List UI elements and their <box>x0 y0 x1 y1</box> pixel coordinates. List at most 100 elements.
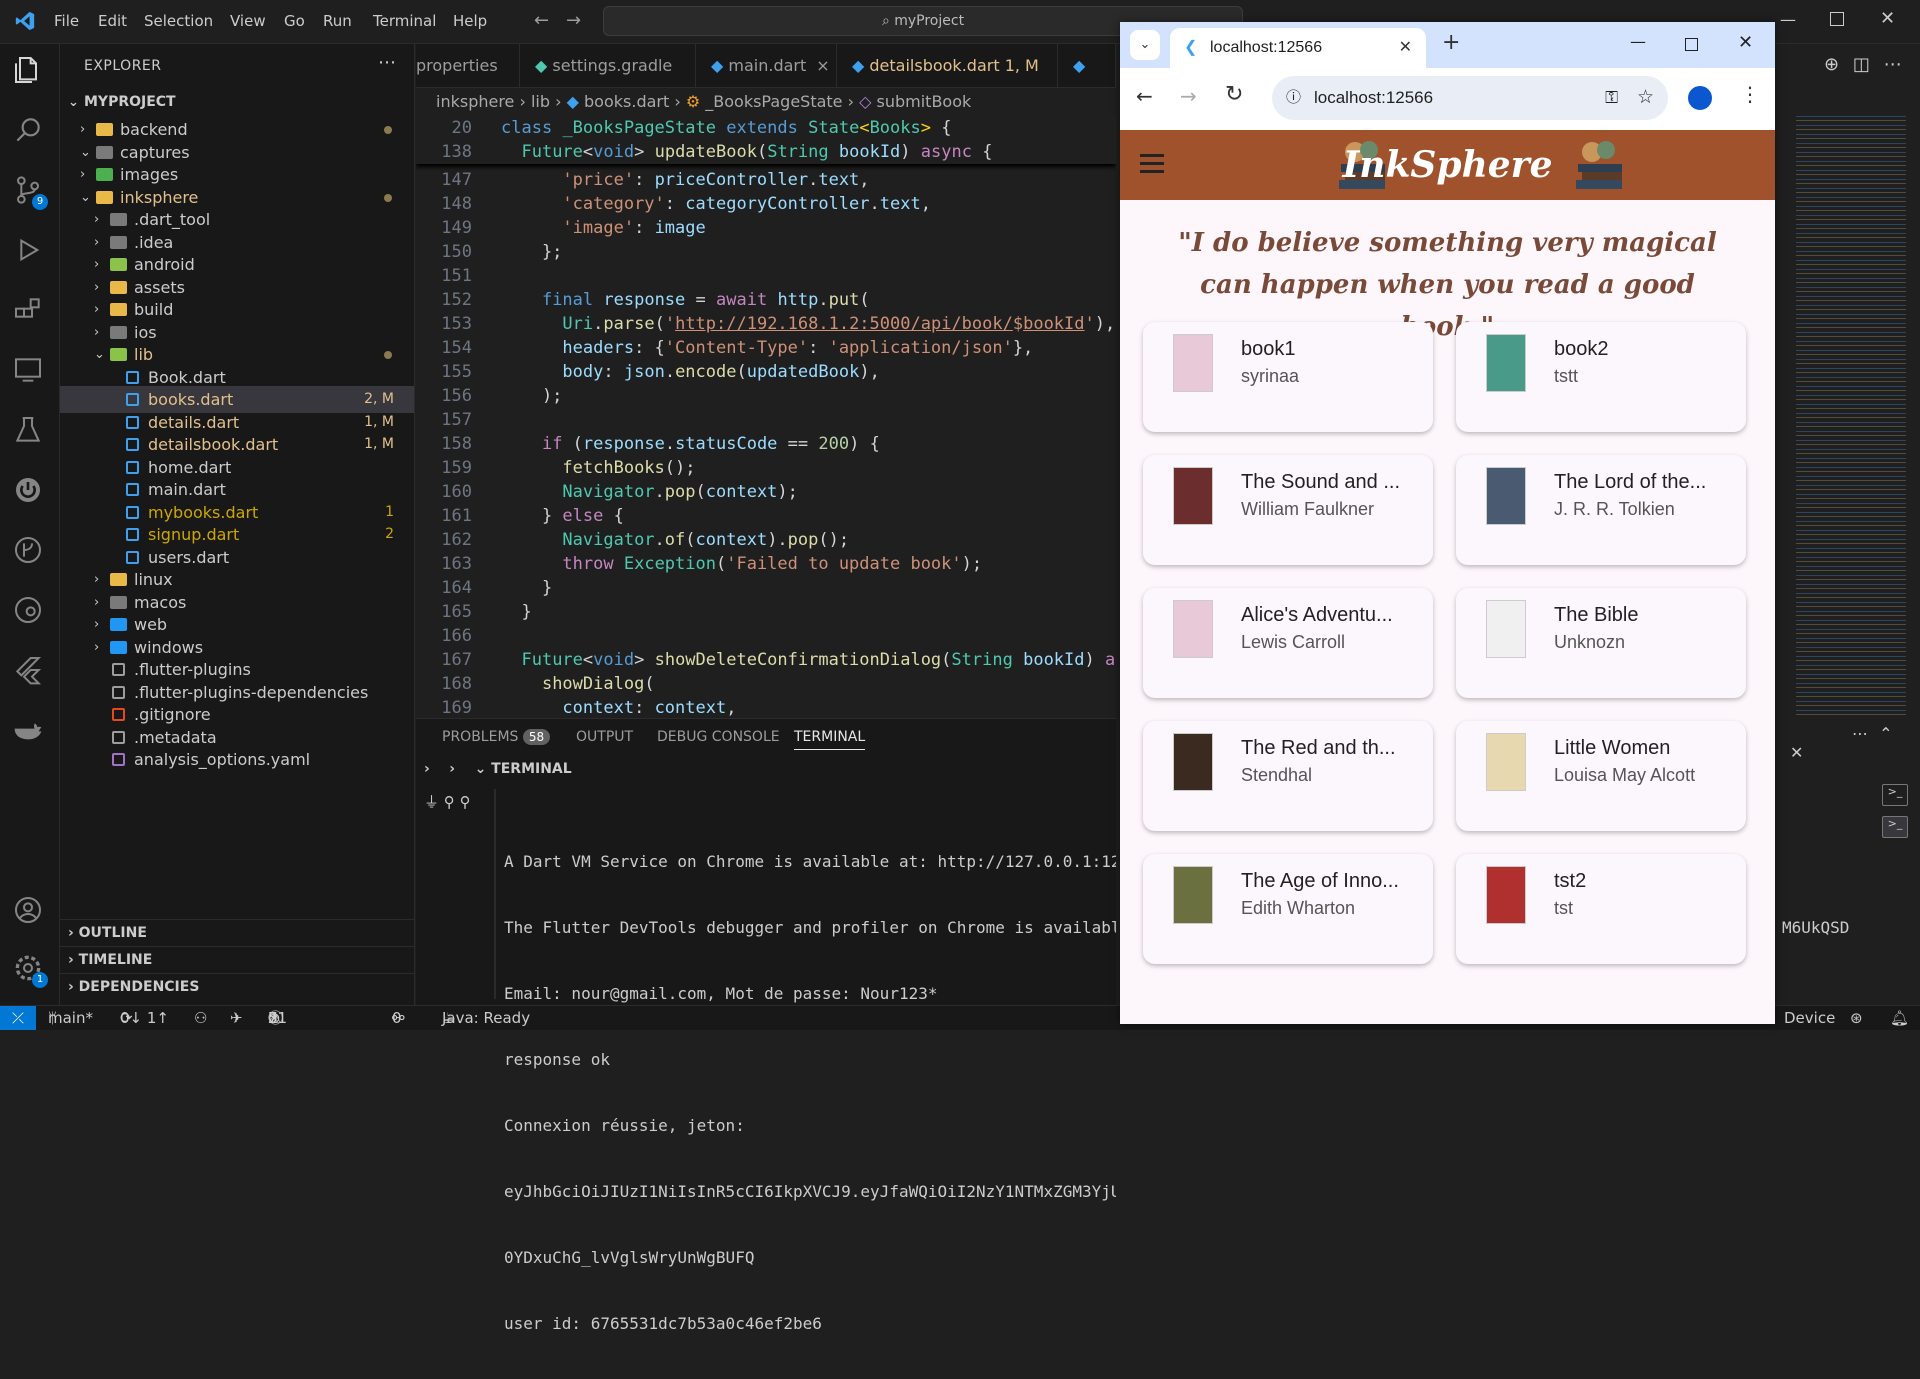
tab-search-button[interactable]: ⌄ <box>1130 30 1160 60</box>
panel-tab-debug-console[interactable]: DEBUG CONSOLE <box>657 729 780 745</box>
panel-tab-problems[interactable]: PROBLEMS 58 <box>442 729 551 745</box>
docker-icon[interactable] <box>12 714 48 750</box>
chevron-right-icon[interactable]: › <box>449 761 455 777</box>
menu-edit[interactable]: Edit <box>98 12 127 30</box>
maximize-panel-icon[interactable]: ⌃ <box>1879 724 1892 743</box>
breadcrumb-item[interactable]: _BooksPageState <box>705 92 842 111</box>
book-card[interactable]: The Lord of the... J. R. R. Tolkien <box>1456 455 1746 565</box>
reload-icon[interactable]: ↻ <box>1225 82 1243 107</box>
dependencies-section[interactable]: › DEPENDENCIES <box>60 973 414 1000</box>
notifications-icon[interactable]: 🔔︎ <box>1890 1006 1909 1030</box>
forward-arrow-icon[interactable]: → <box>566 10 581 31</box>
code-editor[interactable]: 20 class _BooksPageState extends State<B… <box>416 116 1116 716</box>
manage-gear-icon[interactable]: 1 <box>12 952 48 988</box>
more-actions-icon[interactable]: ⋯ <box>378 52 396 73</box>
tab-settings-gradle[interactable]: ◆ settings.gradle <box>521 44 696 88</box>
run-debug-icon[interactable] <box>12 234 48 270</box>
copilot-icon[interactable]: ⊛ <box>1850 1006 1863 1030</box>
breadcrumb-item[interactable]: lib <box>531 92 550 111</box>
tab-detailsbook-dart[interactable]: ◆ detailsbook.dart 1, M <box>838 44 1058 88</box>
panel-tab-output[interactable]: OUTPUT <box>576 729 633 745</box>
explorer-icon[interactable] <box>12 54 48 90</box>
flutter-icon[interactable] <box>12 654 48 690</box>
book-author: Louisa May Alcott <box>1554 765 1696 785</box>
line-number: 20 <box>451 118 472 138</box>
git-graph-status-icon[interactable]: ⚇ <box>194 1006 207 1030</box>
tab-properties[interactable]: properties <box>416 44 520 88</box>
outline-section[interactable]: › OUTLINE <box>60 919 414 946</box>
new-tab-button[interactable]: + <box>1442 30 1460 55</box>
extensions-icon[interactable] <box>12 294 48 330</box>
minimap[interactable] <box>1796 116 1906 716</box>
tab-books-dart[interactable]: ◆ <box>1059 44 1116 88</box>
menu-file[interactable]: File <box>54 12 79 30</box>
terminal-instance-icon[interactable]: >_ <box>1882 784 1908 806</box>
remote-explorer-icon[interactable] <box>12 354 48 390</box>
address-bar[interactable]: ⓘ localhost:12566 ⚿ ☆ <box>1272 76 1668 120</box>
password-key-icon[interactable]: ⚿ <box>1605 76 1618 120</box>
close-window-icon[interactable]: ✕ <box>1738 32 1753 53</box>
timeline-section[interactable]: › TIMELINE <box>60 946 414 973</box>
breadcrumb-item[interactable]: books.dart <box>584 92 669 111</box>
book-card[interactable]: The Bible Unknozn <box>1456 588 1746 698</box>
tab-main-dart[interactable]: ◆ main.dart × <box>697 44 837 88</box>
breadcrumb-item[interactable]: submitBook <box>877 92 972 111</box>
minimize-window-icon[interactable]: — <box>1630 32 1646 51</box>
testing-icon[interactable] <box>12 414 48 450</box>
remote-indicator[interactable]: ⤫ <box>0 1006 36 1030</box>
tree-item-analysis-options-yaml[interactable]: analysis_options.yaml <box>60 746 414 773</box>
bookmark-star-icon[interactable]: ☆ <box>1637 76 1654 120</box>
git-graph-icon[interactable] <box>12 534 48 570</box>
chevron-right-icon[interactable]: › <box>424 761 430 777</box>
forward-arrow-icon[interactable]: → <box>1180 84 1197 108</box>
close-panel-icon[interactable]: ✕ <box>1790 743 1803 762</box>
book-card[interactable]: Little Women Louisa May Alcott <box>1456 721 1746 831</box>
project-root[interactable]: ⌄ MYPROJECT <box>60 89 414 116</box>
modified-dot-icon <box>384 193 392 202</box>
book-card[interactable]: The Red and th... Stendhal <box>1143 721 1433 831</box>
menu-terminal[interactable]: Terminal <box>373 12 436 30</box>
debug-icon[interactable]: ⚲ <box>444 793 455 811</box>
menu-run[interactable]: Run <box>323 12 352 30</box>
close-tab-icon[interactable]: ✕ <box>1399 28 1412 68</box>
book-card[interactable]: The Sound and ... William Faulkner <box>1143 455 1433 565</box>
site-info-icon[interactable]: ⓘ <box>1286 76 1301 120</box>
close-window-icon[interactable]: ✕ <box>1880 8 1895 29</box>
chevron-down-icon[interactable]: ⌄ <box>475 761 487 777</box>
browser-menu-icon[interactable]: ⋮ <box>1740 82 1760 106</box>
browser-tab[interactable]: ❮ localhost:12566 ✕ <box>1170 28 1426 68</box>
split-editor-icon[interactable]: ⊕ <box>1824 54 1839 75</box>
profile-avatar-icon[interactable] <box>1688 86 1712 110</box>
terminal-output[interactable]: A Dart VM Service on Chrome is available… <box>504 807 1116 1379</box>
accounts-icon[interactable] <box>12 894 48 930</box>
book-card[interactable]: book1 syrinaa <box>1143 322 1433 432</box>
maximize-window-icon[interactable] <box>1830 12 1844 26</box>
maximize-window-icon[interactable] <box>1685 38 1698 51</box>
menu-go[interactable]: Go <box>284 12 305 30</box>
breadcrumb-item[interactable]: inksphere <box>436 92 514 111</box>
book-card[interactable]: book2 tstt <box>1456 322 1746 432</box>
source-control-icon[interactable]: 9 <box>12 174 48 210</box>
pin-icon[interactable]: ⚲ <box>460 793 471 811</box>
device-status[interactable]: Device <box>1784 1006 1835 1030</box>
menu-selection[interactable]: Selection <box>144 12 213 30</box>
back-arrow-icon[interactable]: ← <box>1136 84 1153 108</box>
menu-view[interactable]: View <box>230 12 266 30</box>
book-card[interactable]: The Age of Inno... Edith Wharton <box>1143 854 1433 964</box>
more-actions-icon[interactable]: ⋯ <box>1852 724 1868 743</box>
book-card[interactable]: Alice's Adventu... Lewis Carroll <box>1143 588 1433 698</box>
search-icon[interactable] <box>12 114 48 150</box>
menu-help[interactable]: Help <box>453 12 487 30</box>
minimize-window-icon[interactable]: — <box>1780 10 1796 29</box>
gitlens-icon[interactable] <box>12 594 48 630</box>
split-view-icon[interactable]: ◫ <box>1853 54 1870 75</box>
back-arrow-icon[interactable]: ← <box>534 10 549 31</box>
close-tab-icon[interactable]: × <box>816 56 829 75</box>
plug-icon[interactable]: ⏚ <box>424 793 439 811</box>
terminal-instance-icon[interactable]: >_ <box>1882 816 1908 838</box>
book-card[interactable]: tst2 tst <box>1456 854 1746 964</box>
deploy-icon[interactable]: ✈ <box>230 1006 243 1030</box>
power-icon[interactable] <box>12 474 48 510</box>
more-actions-icon[interactable]: ⋯ <box>1884 54 1902 75</box>
panel-tab-terminal[interactable]: TERMINAL <box>794 729 866 750</box>
